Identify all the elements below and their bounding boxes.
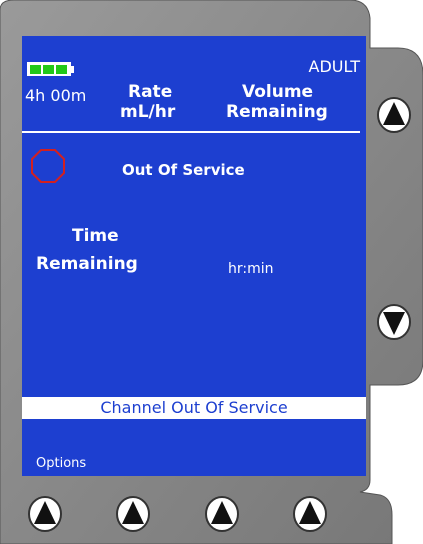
channel-status-text: Channel Out Of Service xyxy=(100,398,288,417)
battery-time-label: 4h 00m xyxy=(25,86,87,105)
softkey-label-options: Options xyxy=(36,456,87,471)
time-remaining-unit: hr:min xyxy=(228,261,274,277)
softkey-3-button[interactable] xyxy=(204,495,240,533)
battery-terminal xyxy=(71,66,74,73)
volume-header-subtitle: Remaining xyxy=(226,102,328,122)
time-remaining-subtitle: Remaining xyxy=(36,254,138,274)
softkey-4-button[interactable] xyxy=(292,495,328,533)
battery-cell xyxy=(30,65,41,74)
scroll-down-button[interactable] xyxy=(376,303,412,341)
display-screen: ADULT 4h 00m Rate mL/hr Volume Remaining… xyxy=(22,36,366,476)
battery-cell xyxy=(43,65,54,74)
scroll-up-button[interactable] xyxy=(376,96,412,134)
octagon-stop-icon xyxy=(31,149,65,183)
rate-header-title: Rate xyxy=(128,82,173,102)
status-message: Out Of Service xyxy=(122,161,245,179)
patient-mode-label: ADULT xyxy=(308,57,360,76)
softkey-1-button[interactable] xyxy=(27,495,63,533)
battery-cell xyxy=(56,65,67,74)
channel-status-bar: Channel Out Of Service xyxy=(22,397,366,419)
volume-header-title: Volume xyxy=(242,82,314,102)
rate-header-unit: mL/hr xyxy=(120,102,176,122)
time-remaining-title: Time xyxy=(72,226,119,246)
battery-icon xyxy=(27,62,74,76)
softkey-2-button[interactable] xyxy=(115,495,151,533)
header-divider xyxy=(22,131,360,133)
